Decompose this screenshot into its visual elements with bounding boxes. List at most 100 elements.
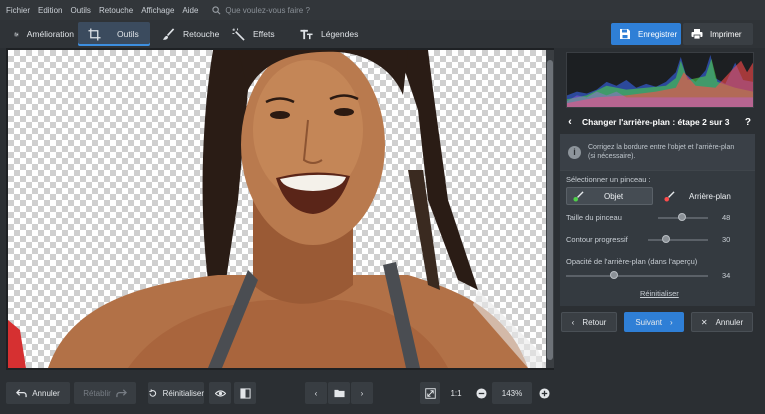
chevron-left-icon: ‹ xyxy=(314,388,318,398)
panel-reset-link[interactable]: Réinitialiser xyxy=(640,289,679,298)
tab-retouch[interactable]: Retouche xyxy=(152,22,222,46)
print-label: Imprimer xyxy=(710,29,742,39)
tab-label: Outils xyxy=(117,29,139,39)
text-icon xyxy=(300,29,313,39)
save-button[interactable]: Enregistrer xyxy=(611,23,681,45)
zoom-in-button[interactable] xyxy=(534,382,554,404)
reset-button[interactable]: Réinitialiser xyxy=(148,382,204,404)
opacity-value: 34 xyxy=(722,271,731,280)
fit-screen-icon xyxy=(424,387,436,399)
zoom-value: 143% xyxy=(501,388,523,398)
opacity-slider[interactable] xyxy=(566,275,708,277)
folder-icon xyxy=(333,389,345,397)
reset-icon xyxy=(149,388,157,397)
command-search[interactable]: Que voulez-vous faire ? xyxy=(212,6,310,15)
menu-view[interactable]: Affichage xyxy=(141,6,174,15)
brush-size-value: 48 xyxy=(722,213,731,222)
bottom-toolbar: Annuler Rétablir Réinitialiser ‹ › 1:1 1… xyxy=(0,372,765,414)
redo-button[interactable]: Rétablir xyxy=(74,382,136,404)
cancel-button[interactable]: ✕ Annuler xyxy=(691,312,753,332)
tab-captions[interactable]: Légendes xyxy=(290,22,360,46)
vertical-scrollbar[interactable] xyxy=(546,50,554,368)
undo-label: Annuler xyxy=(32,388,60,398)
brush-icon xyxy=(162,27,175,40)
opacity-label: Opacité de l'arrière-plan (dans l'aperçu… xyxy=(566,257,698,266)
menu-edit[interactable]: Edition xyxy=(38,6,62,15)
info-icon: i xyxy=(568,145,581,159)
cancel-label: Annuler xyxy=(715,317,744,327)
search-icon xyxy=(212,5,221,14)
brush-size-label: Taille du pinceau xyxy=(566,213,622,222)
opacity-knob[interactable] xyxy=(610,271,619,279)
undo-button[interactable]: Annuler xyxy=(6,382,70,404)
chevron-left-icon: ‹ xyxy=(571,317,575,327)
histogram xyxy=(566,52,754,108)
image-canvas[interactable] xyxy=(6,48,554,370)
redo-icon xyxy=(116,388,127,397)
menu-help[interactable]: Aide xyxy=(182,6,198,15)
menu-retouch[interactable]: Retouche xyxy=(99,6,133,15)
zoom-level-field[interactable]: 143% xyxy=(492,382,532,404)
printer-icon xyxy=(691,29,703,40)
chevron-right-icon: › xyxy=(360,388,364,398)
fit-to-screen-button[interactable] xyxy=(420,382,440,404)
menu-tools[interactable]: Outils xyxy=(70,6,90,15)
tab-label: Légendes xyxy=(321,29,359,39)
ratio-label: 1:1 xyxy=(450,388,462,398)
next-label: Suivant xyxy=(635,317,662,327)
step-header: ‹ Changer l'arrière-plan : étape 2 sur 3… xyxy=(558,110,765,134)
reset-label: Réinitialiser xyxy=(162,388,204,398)
close-icon: ✕ xyxy=(700,317,708,327)
green-brush-icon xyxy=(573,190,584,202)
tab-enhancement[interactable]: Amélioration xyxy=(4,22,74,46)
preview-toggle-button[interactable] xyxy=(209,382,231,404)
menu-bar: Fichier Edition Outils Retouche Affichag… xyxy=(0,0,765,20)
tab-effects[interactable]: Effets xyxy=(222,22,288,46)
tab-tools[interactable]: Outils xyxy=(78,22,150,46)
step-title: Changer l'arrière-plan : étape 2 sur 3 xyxy=(582,117,730,127)
open-folder-button[interactable] xyxy=(328,382,350,404)
feather-slider[interactable] xyxy=(648,239,708,241)
background-change-panel: ‹ Changer l'arrière-plan : étape 2 sur 3… xyxy=(558,48,765,370)
brush-settings: Sélectionner un pinceau : Objet Arrière-… xyxy=(560,170,755,306)
info-line-2: (si nécessaire). xyxy=(588,153,636,160)
compare-button[interactable] xyxy=(234,382,256,404)
info-line-1: Corrigez la bordure entre l'objet et l'a… xyxy=(588,144,735,151)
back-chevron-icon[interactable]: ‹ xyxy=(558,116,582,128)
help-icon[interactable]: ? xyxy=(745,117,751,128)
background-brush-button[interactable]: Arrière-plan xyxy=(658,187,748,205)
undo-icon xyxy=(16,388,27,397)
back-button[interactable]: ‹ Retour xyxy=(561,312,617,332)
actual-size-button[interactable]: 1:1 xyxy=(445,382,467,404)
feather-knob[interactable] xyxy=(662,235,670,243)
redo-label: Rétablir xyxy=(83,388,111,398)
floppy-disk-icon xyxy=(620,29,630,39)
object-brush-button[interactable]: Objet xyxy=(566,187,653,205)
next-button[interactable]: Suivant › xyxy=(624,312,684,332)
sliders-icon xyxy=(14,32,19,36)
previous-image-button[interactable]: ‹ xyxy=(305,382,327,404)
main-toolbar: Amélioration Outils Retouche Effets Lége… xyxy=(0,20,765,48)
magic-wand-icon xyxy=(232,27,245,41)
feather-value: 30 xyxy=(722,235,731,244)
print-button[interactable]: Imprimer xyxy=(683,23,753,45)
next-image-button[interactable]: › xyxy=(351,382,373,404)
zoom-out-button[interactable] xyxy=(471,382,491,404)
feather-label: Contour progressif xyxy=(566,235,628,244)
tab-label: Amélioration xyxy=(26,29,74,39)
brush-size-knob[interactable] xyxy=(678,213,686,221)
eye-icon xyxy=(214,389,226,397)
object-brush-label: Objet xyxy=(604,191,624,201)
plus-circle-icon xyxy=(538,387,550,399)
portrait-photo xyxy=(8,50,546,368)
chevron-right-icon: › xyxy=(670,317,673,327)
info-text: Corrigez la bordure entre l'objet et l'a… xyxy=(588,143,734,161)
tab-label: Retouche xyxy=(183,29,220,39)
red-brush-icon xyxy=(664,190,675,202)
scrollbar-thumb[interactable] xyxy=(547,60,553,360)
brush-heading: Sélectionner un pinceau : xyxy=(566,175,651,184)
save-label: Enregistrer xyxy=(638,29,678,39)
crop-icon xyxy=(88,27,101,41)
menu-file[interactable]: Fichier xyxy=(6,6,30,15)
minus-circle-icon xyxy=(475,387,487,399)
